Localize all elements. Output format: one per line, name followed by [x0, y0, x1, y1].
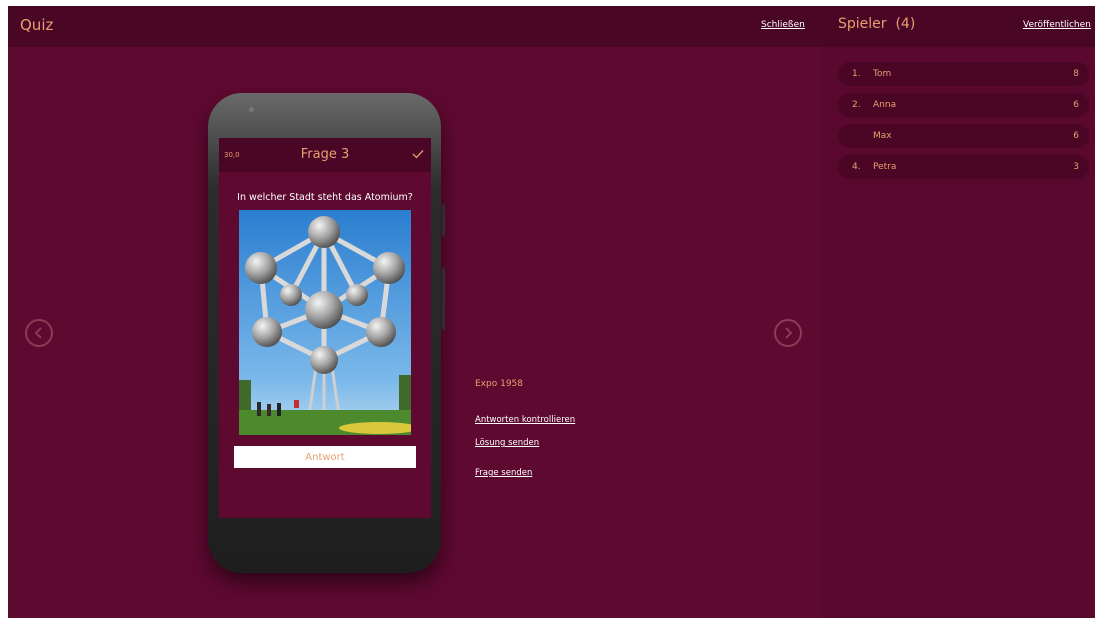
check-icon[interactable] [412, 149, 424, 159]
chevron-left-icon [34, 327, 42, 339]
players-heading-label: Spieler [838, 16, 887, 32]
player-name: Max [873, 131, 892, 141]
player-score: 3 [1073, 162, 1079, 172]
phone-side-button [442, 204, 445, 236]
atomium-photo [239, 210, 411, 435]
answer-input[interactable] [234, 446, 416, 468]
solution-text: Expo 1958 [475, 379, 523, 389]
player-row: 4. Petra 3 [838, 155, 1089, 179]
player-score: 8 [1073, 69, 1079, 79]
player-rank: 2. [852, 100, 861, 110]
check-answers-link[interactable]: Antworten kontrollieren [475, 415, 575, 425]
players-heading: Spieler (4) [838, 16, 915, 32]
player-score: 6 [1073, 131, 1079, 141]
previous-question-button[interactable] [25, 319, 53, 347]
phone-preview: 30,0 Frage 3 In welcher Stadt steht das … [208, 93, 441, 573]
atomium-image [239, 210, 411, 435]
player-row: Max 6 [838, 124, 1089, 148]
header-bar: Quiz Schließen Spieler (4) Veröffentlich… [8, 6, 1095, 47]
player-rank: 4. [852, 162, 861, 172]
phone-app-bar: 30,0 Frage 3 [219, 138, 431, 172]
phone-side-button [442, 268, 445, 330]
phone-screen: 30,0 Frage 3 In welcher Stadt steht das … [219, 138, 431, 518]
page-title: Quiz [20, 16, 54, 34]
player-score: 6 [1073, 100, 1079, 110]
close-link[interactable]: Schließen [761, 20, 805, 30]
question-text: In welcher Stadt steht das Atomium? [237, 192, 413, 203]
quiz-app: Quiz Schließen Spieler (4) Veröffentlich… [8, 6, 1095, 618]
player-row: 2. Anna 6 [838, 93, 1089, 117]
player-rank: 1. [852, 69, 861, 79]
publish-link[interactable]: Veröffentlichen [1023, 20, 1091, 30]
player-name: Anna [873, 100, 897, 110]
phone-camera [249, 107, 254, 112]
send-question-link[interactable]: Frage senden [475, 468, 532, 478]
chevron-right-icon [785, 327, 793, 339]
players-count: (4) [895, 16, 916, 32]
players-panel: 1. Tom 8 2. Anna 6 Max 6 4. Petra 3 [822, 47, 1095, 618]
player-name: Tom [873, 69, 892, 79]
send-solution-link[interactable]: Lösung senden [475, 438, 539, 448]
player-name: Petra [873, 162, 897, 172]
player-row: 1. Tom 8 [838, 62, 1089, 86]
question-title: Frage 3 [300, 147, 350, 162]
phone-speaker [304, 123, 340, 128]
next-question-button[interactable] [774, 319, 802, 347]
